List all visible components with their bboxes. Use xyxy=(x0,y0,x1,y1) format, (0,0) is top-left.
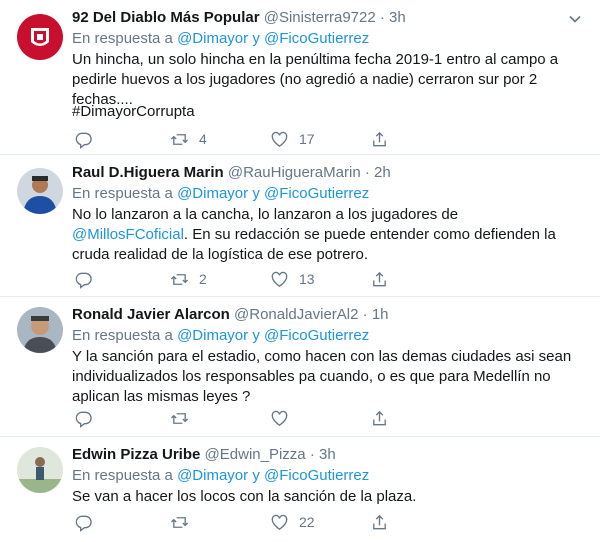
mention-link[interactable]: @FicoGutierrez xyxy=(264,327,369,344)
chevron-down-icon[interactable] xyxy=(568,12,582,26)
mention-link[interactable]: @FicoGutierrez xyxy=(264,185,369,202)
like-button[interactable]: 22 xyxy=(270,511,315,533)
share-button[interactable] xyxy=(370,268,389,290)
separator: · xyxy=(379,9,385,26)
tweet-text: Un hincha, un solo hincha en la penúltim… xyxy=(72,51,559,108)
like-button[interactable] xyxy=(270,407,299,429)
mention-link[interactable]: @MillosFCoficial xyxy=(72,226,184,243)
timestamp[interactable]: 2h xyxy=(374,164,391,181)
retweet-button[interactable] xyxy=(170,407,199,429)
reply-icon xyxy=(75,132,92,149)
separator: · xyxy=(364,164,370,181)
reply-prefix: En respuesta a xyxy=(72,327,173,344)
retweet-count: 4 xyxy=(199,131,207,147)
reply-and: y xyxy=(252,30,260,47)
tweet[interactable]: Edwin Pizza Uribe @Edwin_Pizza · 3h En r… xyxy=(0,437,600,542)
separator: · xyxy=(362,306,368,323)
retweet-button[interactable]: 2 xyxy=(170,268,207,290)
share-button[interactable] xyxy=(370,128,389,150)
mention-link[interactable]: @FicoGutierrez xyxy=(264,30,369,47)
timestamp[interactable]: 1h xyxy=(372,306,389,323)
reply-icon xyxy=(75,515,92,532)
tweet-actions: 22 xyxy=(72,511,432,533)
tweet[interactable]: 92 Del Diablo Más Popular @Sinisterra972… xyxy=(0,0,600,155)
like-button[interactable]: 17 xyxy=(270,128,315,150)
heart-icon xyxy=(271,131,288,147)
tweet-header: Edwin Pizza Uribe @Edwin_Pizza · 3h xyxy=(72,445,336,465)
tweet-header: Ronald Javier Alarcon @RonaldJavierAl2 ·… xyxy=(72,305,389,325)
reply-context: En respuesta a @Dimayor y @FicoGutierrez xyxy=(72,466,369,486)
reply-icon xyxy=(75,272,92,289)
mention-link[interactable]: @Dimayor xyxy=(177,327,248,344)
mention-link[interactable]: @Dimayor xyxy=(177,185,248,202)
reply-button[interactable] xyxy=(74,407,93,429)
mention-link[interactable]: @Dimayor xyxy=(177,30,248,47)
mention-link[interactable]: @FicoGutierrez xyxy=(264,467,369,484)
share-button[interactable] xyxy=(370,407,389,429)
hashtag-link[interactable]: #DimayorCorrupta xyxy=(72,102,577,122)
tweet-header: Raul D.Higuera Marin @RauHigueraMarin · … xyxy=(72,163,391,183)
retweet-icon xyxy=(170,273,189,285)
like-count: 13 xyxy=(299,271,315,287)
retweet-button[interactable]: 4 xyxy=(170,128,207,150)
reply-icon xyxy=(75,411,92,428)
mention-link[interactable]: @Dimayor xyxy=(177,467,248,484)
reply-button[interactable] xyxy=(74,268,93,290)
retweet-icon xyxy=(170,516,189,528)
reply-button[interactable] xyxy=(74,511,93,533)
retweet-count: 2 xyxy=(199,271,207,287)
display-name[interactable]: Raul D.Higuera Marin xyxy=(72,164,224,181)
retweet-button[interactable] xyxy=(170,511,199,533)
reply-prefix: En respuesta a xyxy=(72,467,173,484)
tweet-text: Se van a hacer los locos con la sanción … xyxy=(72,488,417,505)
reply-and: y xyxy=(252,327,260,344)
like-button[interactable]: 13 xyxy=(270,268,315,290)
user-handle[interactable]: @RauHigueraMarin xyxy=(228,164,361,181)
share-icon xyxy=(373,410,386,425)
display-name[interactable]: Edwin Pizza Uribe xyxy=(72,446,200,463)
tweet[interactable]: Ronald Javier Alarcon @RonaldJavierAl2 ·… xyxy=(0,297,600,437)
avatar[interactable] xyxy=(17,168,63,214)
reply-and: y xyxy=(252,185,260,202)
reply-prefix: En respuesta a xyxy=(72,185,173,202)
separator: · xyxy=(309,446,315,463)
tweet-text: No lo lanzaron a la cancha, lo lanzaron … xyxy=(72,205,577,265)
heart-icon xyxy=(271,514,288,530)
tweet[interactable]: Raul D.Higuera Marin @RauHigueraMarin · … xyxy=(0,155,600,297)
tweet-feed: 92 Del Diablo Más Popular @Sinisterra972… xyxy=(0,0,600,542)
share-button[interactable] xyxy=(370,511,389,533)
tweet-header: 92 Del Diablo Más Popular @Sinisterra972… xyxy=(72,8,406,28)
retweet-icon xyxy=(170,133,189,145)
retweet-icon xyxy=(170,412,189,424)
like-count: 17 xyxy=(299,131,315,147)
reply-context: En respuesta a @Dimayor y @FicoGutierrez xyxy=(72,29,369,49)
tweet-text: Y la sanción para el estadio, como hacen… xyxy=(72,348,572,405)
text-segment: No lo lanzaron a la cancha, lo lanzaron … xyxy=(72,206,459,223)
display-name[interactable]: Ronald Javier Alarcon xyxy=(72,306,230,323)
reply-context: En respuesta a @Dimayor y @FicoGutierrez xyxy=(72,184,369,204)
tweet-actions xyxy=(72,407,432,429)
tweet-actions: 2 13 xyxy=(72,268,432,290)
user-handle[interactable]: @Sinisterra9722 xyxy=(264,9,376,26)
reply-prefix: En respuesta a xyxy=(72,30,173,47)
avatar[interactable] xyxy=(17,307,63,353)
user-handle[interactable]: @Edwin_Pizza xyxy=(205,446,306,463)
avatar[interactable] xyxy=(17,447,63,493)
avatar[interactable] xyxy=(17,14,63,60)
share-icon xyxy=(373,271,386,286)
share-icon xyxy=(373,514,386,529)
display-name[interactable]: 92 Del Diablo Más Popular xyxy=(72,9,260,26)
user-handle[interactable]: @RonaldJavierAl2 xyxy=(234,306,358,323)
heart-icon xyxy=(271,271,288,287)
tweet-actions: 4 17 xyxy=(72,128,432,150)
timestamp[interactable]: 3h xyxy=(389,9,406,26)
reply-and: y xyxy=(252,467,260,484)
share-icon xyxy=(373,131,386,146)
heart-icon xyxy=(271,410,288,426)
reply-context: En respuesta a @Dimayor y @FicoGutierrez xyxy=(72,326,369,346)
timestamp[interactable]: 3h xyxy=(319,446,336,463)
like-count: 22 xyxy=(299,514,315,530)
reply-button[interactable] xyxy=(74,128,93,150)
